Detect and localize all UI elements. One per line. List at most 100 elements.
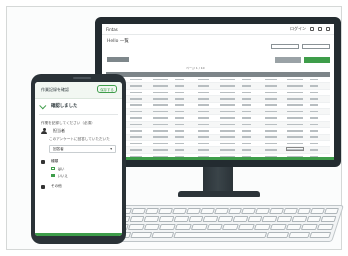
- cell-text: [287, 123, 303, 126]
- table-cell: [151, 136, 173, 138]
- cell-text: [130, 85, 143, 87]
- cell-text: [220, 98, 236, 100]
- table-cell: [285, 98, 307, 100]
- cell-text: [309, 104, 319, 107]
- cell-text: [264, 149, 277, 151]
- column-header[interactable]: [308, 72, 330, 77]
- cell-text: [175, 85, 184, 87]
- outline-button-b[interactable]: [302, 44, 330, 49]
- table-cell: [173, 98, 195, 100]
- column-header[interactable]: [240, 72, 262, 77]
- app-name: Fintas: [106, 26, 118, 32]
- export-button[interactable]: [275, 57, 301, 63]
- cell-text: [242, 110, 251, 113]
- cell-text: [130, 110, 143, 113]
- table-cell: [308, 136, 330, 138]
- cell-text: [152, 123, 168, 126]
- cell-text: [152, 85, 168, 87]
- table-cell: [151, 104, 173, 107]
- phone-header-title: 作業記録を確認: [41, 87, 69, 92]
- divider: [39, 114, 118, 115]
- table-cell: [240, 104, 262, 107]
- checkbox[interactable]: [51, 173, 55, 178]
- cell-text: [220, 136, 236, 138]
- cell-text: [197, 104, 210, 107]
- cell-text: [242, 117, 251, 119]
- table-cell: [196, 85, 218, 87]
- table-cell: [151, 130, 173, 132]
- cell-text: [287, 91, 303, 94]
- table-cell: [173, 123, 195, 126]
- table-cell: [173, 142, 195, 145]
- table-cell: [128, 110, 150, 113]
- cell-text: [264, 78, 277, 81]
- table-cell: [196, 110, 218, 113]
- cell-text: [264, 117, 277, 119]
- outline-button-a[interactable]: [271, 44, 299, 49]
- column-header[interactable]: [173, 72, 195, 77]
- column-header[interactable]: [285, 72, 307, 77]
- toolbar: [271, 44, 330, 49]
- cell-text: [130, 117, 143, 119]
- chevron-down-icon: ▾: [110, 147, 112, 151]
- column-header[interactable]: [263, 72, 285, 77]
- page-size-select[interactable]: [286, 147, 304, 151]
- cell-text: [130, 91, 143, 94]
- cell-text: [287, 85, 303, 87]
- save-button[interactable]: 保存する: [97, 85, 117, 93]
- cell-text: [287, 104, 303, 107]
- table-cell: [285, 104, 307, 107]
- cell-text: [220, 149, 236, 151]
- cell-text: [152, 117, 168, 119]
- table-cell: [218, 117, 240, 119]
- cell-text: [175, 136, 184, 138]
- cell-text: [242, 130, 251, 132]
- table-cell: [218, 85, 240, 87]
- user-icon[interactable]: [318, 27, 322, 31]
- keyboard: [103, 205, 345, 242]
- cell-text: [220, 110, 236, 113]
- table-cell: [240, 142, 262, 145]
- checkbox[interactable]: [51, 166, 55, 171]
- column-header[interactable]: [196, 72, 218, 77]
- cell-text: [152, 110, 168, 113]
- pagination[interactable]: ページ 1 / 10: [186, 66, 205, 70]
- cell-text: [197, 98, 210, 100]
- cell-text: [197, 78, 210, 81]
- add-button[interactable]: [304, 57, 330, 63]
- cell-text: [220, 117, 236, 119]
- cell-text: [287, 130, 303, 132]
- table-cell: [128, 136, 150, 138]
- checkbox-option-1[interactable]: はい: [51, 166, 122, 171]
- cell-text: [152, 104, 168, 107]
- table-cell: [263, 130, 285, 132]
- table-cell: [308, 110, 330, 113]
- table-cell: [173, 110, 195, 113]
- table-cell: [240, 149, 262, 151]
- cell-text: [309, 78, 319, 81]
- checkbox-option-2[interactable]: いいえ: [51, 173, 122, 178]
- cell-text: [309, 85, 319, 87]
- column-header[interactable]: [151, 72, 173, 77]
- cell-text: [130, 142, 143, 145]
- person-icon: [41, 128, 47, 134]
- user-select[interactable]: 回答者 ▾: [49, 145, 116, 153]
- table-cell: [263, 104, 285, 107]
- cell-text: [309, 136, 319, 138]
- menu-icon[interactable]: [326, 27, 330, 31]
- cell-text: [264, 104, 277, 107]
- cell-text: [220, 85, 236, 87]
- confirm-heading: 確認しました: [35, 99, 122, 109]
- column-header[interactable]: [128, 72, 150, 77]
- table-cell: [308, 85, 330, 87]
- cell-text: [287, 142, 303, 145]
- cell-text: [309, 91, 319, 94]
- filter-button[interactable]: [107, 57, 129, 62]
- table-cell: [240, 91, 262, 94]
- column-header[interactable]: [218, 72, 240, 77]
- settings-icon[interactable]: [310, 27, 314, 31]
- table-cell: [240, 98, 262, 100]
- table-cell: [240, 117, 262, 119]
- table-cell: [128, 117, 150, 119]
- cell-text: [152, 136, 168, 138]
